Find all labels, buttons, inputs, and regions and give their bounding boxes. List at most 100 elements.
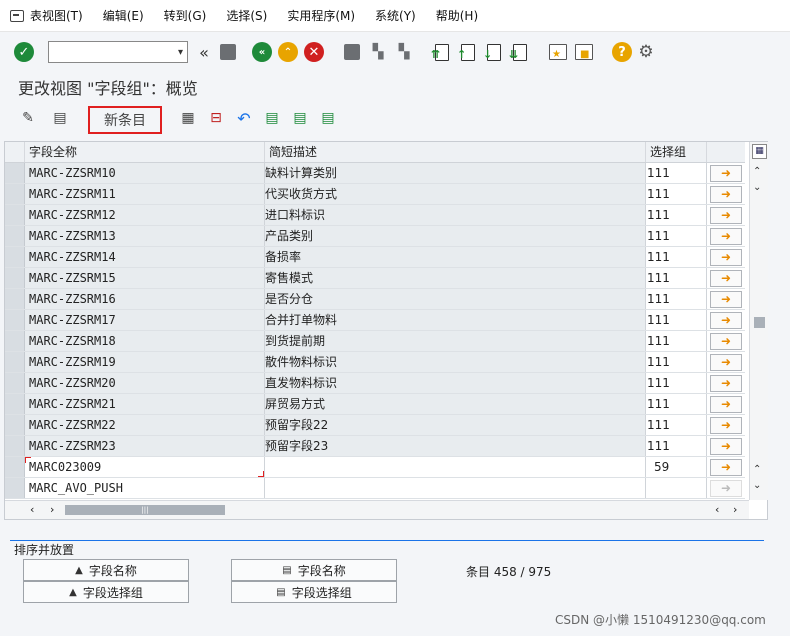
detail-arrow-icon[interactable]: ➜: [710, 269, 742, 287]
field-name-cell[interactable]: MARC-ZZSRM13: [25, 226, 265, 246]
print-icon[interactable]: [342, 42, 362, 62]
field-name-cell[interactable]: MARC-ZZSRM17: [25, 310, 265, 330]
last-page-icon[interactable]: ⇊: [509, 42, 530, 62]
short-desc-cell[interactable]: 屏贸易方式: [265, 394, 646, 414]
short-desc-cell[interactable]: 预留字段23: [265, 436, 646, 456]
detail-arrow-icon[interactable]: ➜: [710, 206, 742, 224]
row-selector[interactable]: [5, 226, 25, 246]
field-name-cell[interactable]: MARC_AVO_PUSH: [25, 478, 265, 498]
shortcut-icon[interactable]: ■: [574, 42, 594, 62]
menu-system[interactable]: 系统(Y): [375, 7, 416, 24]
create-session-icon[interactable]: ★: [548, 42, 568, 62]
select-group-cell[interactable]: 111: [646, 331, 707, 351]
select-group-cell[interactable]: 111: [646, 247, 707, 267]
field-name-cell[interactable]: MARC-ZZSRM16: [25, 289, 265, 309]
field-name-cell[interactable]: MARC-ZZSRM18: [25, 331, 265, 351]
select-group-cell[interactable]: 111: [646, 310, 707, 330]
row-selector[interactable]: [5, 310, 25, 330]
scroll-down-icon[interactable]: ⌄: [753, 182, 761, 193]
short-desc-cell[interactable]: 备损率: [265, 247, 646, 267]
help-icon[interactable]: ?: [612, 42, 632, 62]
field-name-cell[interactable]: MARC-ZZSRM21: [25, 394, 265, 414]
short-desc-cell[interactable]: 进口料标识: [265, 205, 646, 225]
short-desc-cell[interactable]: 产品类别: [265, 226, 646, 246]
field-name-cell[interactable]: MARC-ZZSRM22: [25, 415, 265, 435]
detail-arrow-icon[interactable]: ➜: [710, 353, 742, 371]
col-select-group[interactable]: 选择组: [646, 142, 707, 162]
new-entries-button[interactable]: 新条目: [88, 106, 162, 134]
detail-arrow-icon[interactable]: ➜: [710, 290, 742, 308]
detail-arrow-icon[interactable]: ➜: [710, 374, 742, 392]
row-selector[interactable]: [5, 373, 25, 393]
short-desc-cell[interactable]: [265, 457, 646, 477]
scroll-right-icon[interactable]: ›: [50, 503, 54, 516]
next-page-icon[interactable]: ↓: [483, 42, 504, 62]
first-page-icon[interactable]: ⇈: [431, 42, 452, 62]
col-field-name[interactable]: 字段全称: [25, 142, 265, 162]
select-group-cell[interactable]: 111: [646, 352, 707, 372]
select-group-cell[interactable]: 111: [646, 436, 707, 456]
select-all-header[interactable]: [5, 142, 25, 162]
detail-arrow-icon[interactable]: ➜: [710, 185, 742, 203]
short-desc-cell[interactable]: 预留字段22: [265, 415, 646, 435]
row-selector[interactable]: [5, 415, 25, 435]
select-group-cell[interactable]: 111: [646, 268, 707, 288]
command-field[interactable]: ▾: [48, 41, 188, 63]
field-name-cell[interactable]: MARC-ZZSRM12: [25, 205, 265, 225]
select-group-cell[interactable]: 59: [646, 457, 707, 477]
back-icon[interactable]: «: [252, 42, 272, 62]
row-selector[interactable]: [5, 436, 25, 456]
row-selector[interactable]: [5, 247, 25, 267]
select-group-cell[interactable]: 111: [646, 184, 707, 204]
select-group-cell[interactable]: 111: [646, 163, 707, 183]
row-selector[interactable]: [5, 352, 25, 372]
scroll-left-icon[interactable]: ‹: [715, 503, 719, 516]
detail-arrow-icon[interactable]: ➜: [710, 416, 742, 434]
select-block-icon[interactable]: ▤: [290, 108, 310, 128]
short-desc-cell[interactable]: [265, 478, 646, 498]
field-name-cell[interactable]: MARC-ZZSRM14: [25, 247, 265, 267]
find-icon[interactable]: ▚: [368, 42, 388, 62]
field-name-cell[interactable]: MARC-ZZSRM11: [25, 184, 265, 204]
display-change-icon[interactable]: ✎: [18, 108, 38, 128]
vertical-scroll-thumb[interactable]: [754, 317, 765, 328]
scroll-up-icon[interactable]: ⌃: [753, 464, 761, 475]
short-desc-cell[interactable]: 是否分仓: [265, 289, 646, 309]
menu-edit[interactable]: 编辑(E): [103, 7, 144, 24]
settings-gear-icon[interactable]: ⚙: [636, 42, 656, 62]
detail-arrow-icon[interactable]: ➜: [710, 479, 742, 497]
short-desc-cell[interactable]: 缺料计算类别: [265, 163, 646, 183]
horizontal-scroll-thumb[interactable]: |||: [65, 505, 225, 515]
vertical-scrollbar[interactable]: ▦ ⌃ ⌄ ⌃ ⌄: [749, 142, 768, 500]
undo-icon[interactable]: ↶: [234, 108, 254, 128]
row-selector[interactable]: [5, 457, 25, 477]
detail-arrow-icon[interactable]: ➜: [710, 332, 742, 350]
exit-icon[interactable]: ⌃: [278, 42, 298, 62]
menu-help[interactable]: 帮助(H): [436, 7, 478, 24]
display-details-icon[interactable]: ▤: [50, 108, 70, 128]
field-name-cell[interactable]: MARC023009: [25, 457, 265, 477]
double-left-icon[interactable]: «: [194, 42, 214, 62]
row-selector[interactable]: [5, 478, 25, 498]
menu-goto[interactable]: 转到(G): [164, 7, 207, 24]
cancel-icon[interactable]: ✕: [304, 42, 324, 62]
detail-arrow-icon[interactable]: ➜: [710, 458, 742, 476]
select-group-cell[interactable]: 111: [646, 289, 707, 309]
select-group-cell[interactable]: 111: [646, 373, 707, 393]
select-all-icon[interactable]: ▤: [262, 108, 282, 128]
col-short-desc[interactable]: 简短描述: [265, 142, 646, 162]
detail-arrow-icon[interactable]: ➜: [710, 437, 742, 455]
previous-page-icon[interactable]: ↑: [457, 42, 478, 62]
menu-utilities[interactable]: 实用程序(M): [287, 7, 355, 24]
short-desc-cell[interactable]: 合并打单物料: [265, 310, 646, 330]
short-desc-cell[interactable]: 寄售模式: [265, 268, 646, 288]
scroll-left-icon[interactable]: ‹: [30, 503, 34, 516]
short-desc-cell[interactable]: 到货提前期: [265, 331, 646, 351]
deselect-all-icon[interactable]: ▤: [318, 108, 338, 128]
enter-check-icon[interactable]: ✓: [14, 42, 34, 62]
save-icon[interactable]: [218, 42, 238, 62]
select-group-cell[interactable]: 111: [646, 415, 707, 435]
position-by-field-name-button[interactable]: ▤ 字段名称: [231, 559, 397, 581]
system-menu-icon[interactable]: [10, 9, 24, 22]
detail-arrow-icon[interactable]: ➜: [710, 248, 742, 266]
